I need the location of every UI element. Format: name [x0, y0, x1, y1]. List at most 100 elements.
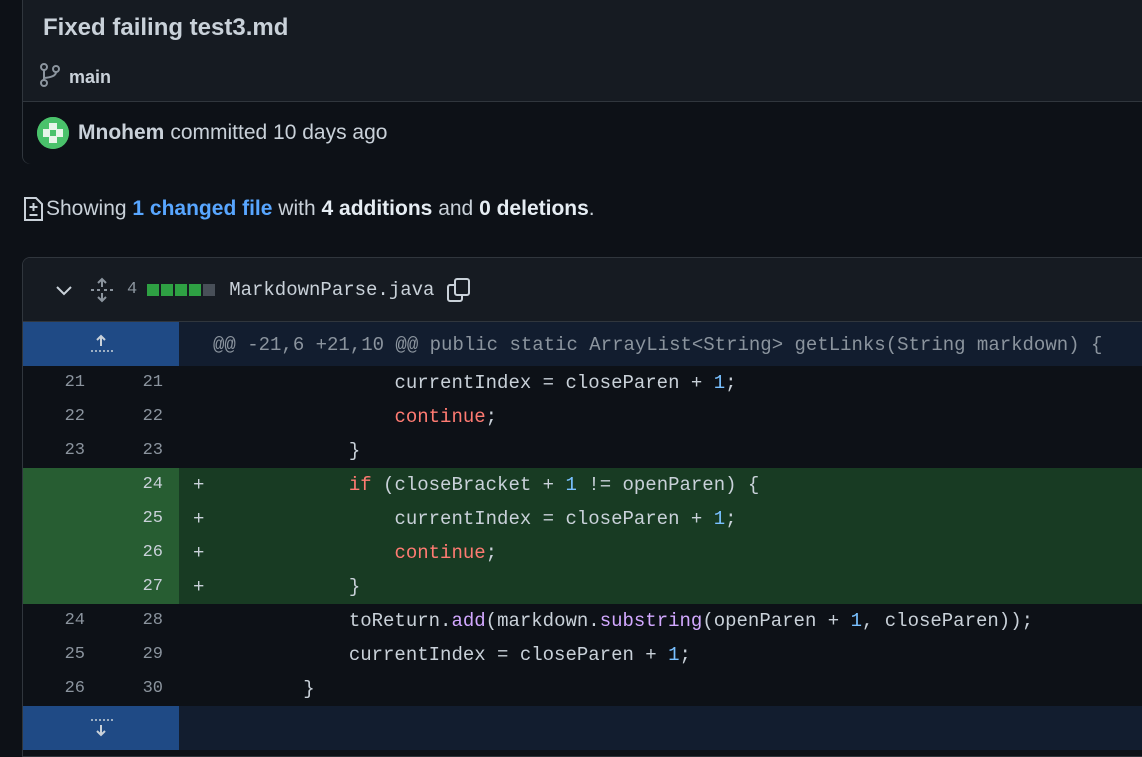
code-token: add [451, 610, 486, 632]
new-line-number[interactable]: 29 [123, 645, 163, 664]
deletions-count: 0 deletions [479, 197, 589, 220]
chevron-down-icon[interactable] [53, 279, 75, 301]
expand-down-row [23, 706, 1142, 750]
code-text: currentIndex = closeParen + 1; [212, 644, 691, 666]
code-text: toReturn.add(markdown.substring(openPare… [212, 610, 1033, 632]
code-token: 1 [713, 372, 726, 394]
old-line-number[interactable]: 22 [45, 407, 85, 426]
diff-line-context: 22 22 continue; [23, 400, 1142, 434]
code-token: ; [485, 542, 498, 564]
code-token: (openParen + [702, 610, 851, 632]
new-line-number[interactable]: 26 [123, 543, 163, 562]
code-text: continue; [212, 406, 497, 428]
new-line-number[interactable]: 27 [123, 577, 163, 596]
file-header: 4 MarkdownParse.java [23, 258, 1142, 322]
old-line-number[interactable]: 25 [45, 645, 85, 664]
changed-files-link[interactable]: 1 changed file [132, 197, 272, 221]
code-token: continue [394, 542, 486, 564]
commit-title: Fixed failing test3.md [43, 14, 289, 41]
code-token: 1 [713, 508, 726, 530]
code-token: } [348, 440, 361, 462]
diff-line-added: 26 + continue; [23, 536, 1142, 570]
add-marker: + [193, 508, 205, 530]
additions-count: 4 additions [321, 197, 433, 220]
new-line-number[interactable]: 25 [123, 509, 163, 528]
code-token: , closeParen)); [861, 610, 1033, 632]
expand-down-icon [91, 719, 113, 737]
summary-prefix: Showing [46, 197, 127, 220]
add-marker: + [193, 474, 205, 496]
expand-down-button[interactable] [23, 706, 179, 750]
avatar[interactable] [37, 117, 69, 149]
code-token: toReturn. [348, 610, 452, 632]
diff-line-context: 24 28 toReturn.add(markdown.substring(ope… [23, 604, 1142, 638]
summary-with: with [278, 197, 316, 220]
code-text: currentIndex = closeParen + 1; [212, 508, 737, 530]
file-diff: 4 MarkdownParse.java @@ -21,6 +21,10 @@ … [22, 257, 1142, 757]
expand-up-icon [91, 334, 113, 352]
code-token: 1 [668, 644, 680, 666]
file-diff-icon [22, 196, 44, 222]
code-token: } [348, 576, 361, 598]
file-name[interactable]: MarkdownParse.java [229, 279, 434, 301]
diffstat-block [203, 283, 216, 296]
new-line-number[interactable]: 24 [123, 475, 163, 494]
unfold-icon[interactable] [89, 277, 115, 303]
summary-period: . [588, 197, 595, 220]
diff-line-context: 25 29 currentIndex = closeParen + 1; [23, 638, 1142, 672]
diff-line-added: 25 + currentIndex = closeParen + 1; [23, 502, 1142, 536]
old-line-number[interactable]: 21 [45, 373, 85, 392]
diff-line-added: 24 + if (closeBracket + 1 != openParen) { [23, 468, 1142, 502]
copy-icon[interactable] [446, 277, 472, 303]
new-line-number[interactable]: 28 [123, 611, 163, 630]
code-token: ; [725, 508, 737, 530]
code-token: ; [485, 406, 498, 428]
diff-line-context: 21 21 currentIndex = closeParen + 1; [23, 366, 1142, 400]
code-token: continue [394, 406, 486, 428]
code-token: substring [599, 610, 703, 632]
add-marker: + [193, 542, 205, 564]
code-text: } [212, 678, 314, 700]
code-text: } [212, 576, 360, 598]
branch-indicator[interactable]: main [39, 62, 111, 93]
code-token: 1 [565, 474, 577, 496]
hunk-header: @@ -21,6 +21,10 @@ public static ArrayLi… [213, 334, 1103, 356]
expand-up-button[interactable] [23, 322, 179, 366]
commit-header: Fixed failing test3.md main Mnohem commi… [22, 0, 1142, 164]
diff-summary: Showing 1 changed file with 4 additions … [22, 196, 595, 222]
add-marker: + [193, 576, 205, 598]
old-line-number[interactable]: 23 [45, 441, 85, 460]
diff-line-added: 27 + } [23, 570, 1142, 604]
code-token: ; [679, 644, 691, 666]
code-text: currentIndex = closeParen + 1; [212, 372, 737, 394]
code-text: continue; [212, 542, 497, 564]
code-token: currentIndex = closeParen + [394, 508, 714, 530]
old-line-number[interactable]: 24 [45, 611, 85, 630]
diffstat-bar [147, 283, 217, 296]
diff-line-context: 26 30 } [23, 672, 1142, 706]
new-line-number[interactable]: 21 [123, 373, 163, 392]
change-count: 4 [127, 280, 138, 299]
diffstat-block [161, 283, 174, 296]
new-line-number[interactable]: 30 [123, 679, 163, 698]
code-token: currentIndex = closeParen + [348, 644, 669, 666]
git-branch-icon [39, 62, 61, 93]
code-text: } [212, 440, 360, 462]
new-line-number[interactable]: 23 [123, 441, 163, 460]
summary-and: and [438, 197, 474, 220]
code-token: 1 [850, 610, 862, 632]
commit-meta: Mnohem committed 10 days ago [23, 101, 1142, 164]
diffstat-block [147, 283, 160, 296]
commit-author[interactable]: Mnohem [78, 121, 164, 145]
code-token: if [348, 474, 372, 496]
code-token: != openParen) { [576, 474, 760, 496]
code-text: if (closeBracket + 1 != openParen) { [212, 474, 760, 496]
code-token: (closeBracket + [371, 474, 566, 496]
code-token: (markdown. [485, 610, 600, 632]
new-line-number[interactable]: 22 [123, 407, 163, 426]
diffstat-block [175, 283, 188, 296]
old-line-number[interactable]: 26 [45, 679, 85, 698]
code-token: ; [725, 372, 737, 394]
code-token: currentIndex = closeParen + [394, 372, 714, 394]
diff-line-context: 23 23 } [23, 434, 1142, 468]
